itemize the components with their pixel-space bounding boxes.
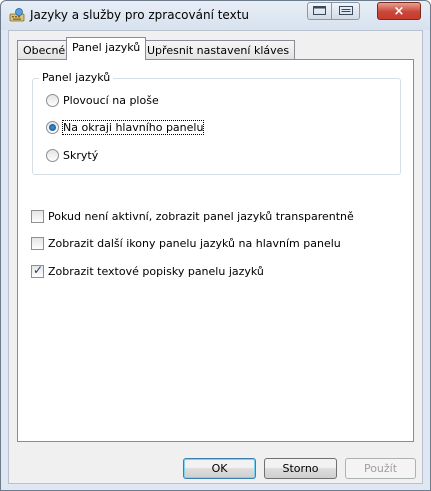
tab-label: Obecné [23, 44, 66, 57]
radio-button[interactable] [46, 121, 59, 134]
dialog-window: Jazyky a služby pro zpracování textu × O… [0, 0, 431, 491]
tab-language-bar[interactable]: Panel jazyků [66, 37, 147, 60]
checkbox-label: Pokud není aktivní, zobrazit panel jazyk… [48, 210, 354, 223]
close-icon: × [393, 3, 405, 19]
close-button[interactable]: × [377, 2, 421, 20]
keyboard-globe-icon [9, 8, 25, 22]
restore-window-icon [313, 5, 326, 18]
radio-label: Plovoucí na ploše [63, 94, 159, 107]
radio-label: Na okraji hlavního panelu [61, 120, 205, 135]
window-title: Jazyky a služby pro zpracování textu [30, 8, 250, 22]
checkbox-show-text-labels[interactable]: ✓ Zobrazit textové popisky panelu jazyků [31, 263, 264, 278]
ok-button[interactable]: OK [183, 458, 256, 479]
checkbox[interactable] [31, 210, 44, 223]
checkbox-label: Zobrazit textové popisky panelu jazyků [48, 265, 264, 278]
maximize-button[interactable] [307, 2, 332, 20]
check-mark-icon: ✓ [33, 263, 44, 277]
radio-label: Skrytý [63, 149, 99, 162]
radio-docked-in-taskbar[interactable]: Na okraji hlavního panelu [46, 120, 205, 135]
help-window-icon [338, 5, 353, 18]
dialog-client-area: Obecné Panel jazyků Upřesnit nastavení k… [8, 30, 423, 484]
tab-panel-language-bar: Panel jazyků Plovoucí na ploše Na okraji… [17, 59, 414, 442]
language-bar-groupbox: Panel jazyků Plovoucí na ploše Na okraji… [32, 71, 401, 175]
radio-floating-on-desktop[interactable]: Plovoucí na ploše [46, 94, 159, 107]
cancel-button[interactable]: Storno [264, 458, 337, 479]
checkbox-additional-icons-taskbar[interactable]: Zobrazit další ikony panelu jazyků na hl… [31, 237, 341, 250]
tab-label: Panel jazyků [72, 41, 141, 54]
tab-label: Upřesnit nastavení kláves [147, 44, 290, 57]
apply-button[interactable]: Použít [345, 458, 416, 479]
radio-button[interactable] [46, 149, 59, 162]
title-bar[interactable]: Jazyky a služby pro zpracování textu × [1, 1, 430, 30]
groupbox-title: Panel jazyků [39, 71, 114, 84]
checkbox-transparent-when-inactive[interactable]: Pokud není aktivní, zobrazit panel jazyk… [31, 210, 354, 223]
help-button[interactable] [331, 2, 360, 20]
checkbox-label: Zobrazit další ikony panelu jazyků na hl… [48, 237, 341, 250]
tab-advanced-key-settings[interactable]: Upřesnit nastavení kláves [141, 40, 296, 59]
button-label: OK [211, 462, 228, 475]
tab-general[interactable]: Obecné [17, 40, 72, 59]
checkbox[interactable] [31, 237, 44, 250]
radio-hidden[interactable]: Skrytý [46, 149, 98, 162]
checkbox[interactable]: ✓ [31, 263, 44, 278]
button-label: Použít [363, 462, 398, 475]
button-label: Storno [282, 462, 319, 475]
radio-button[interactable] [46, 94, 59, 107]
